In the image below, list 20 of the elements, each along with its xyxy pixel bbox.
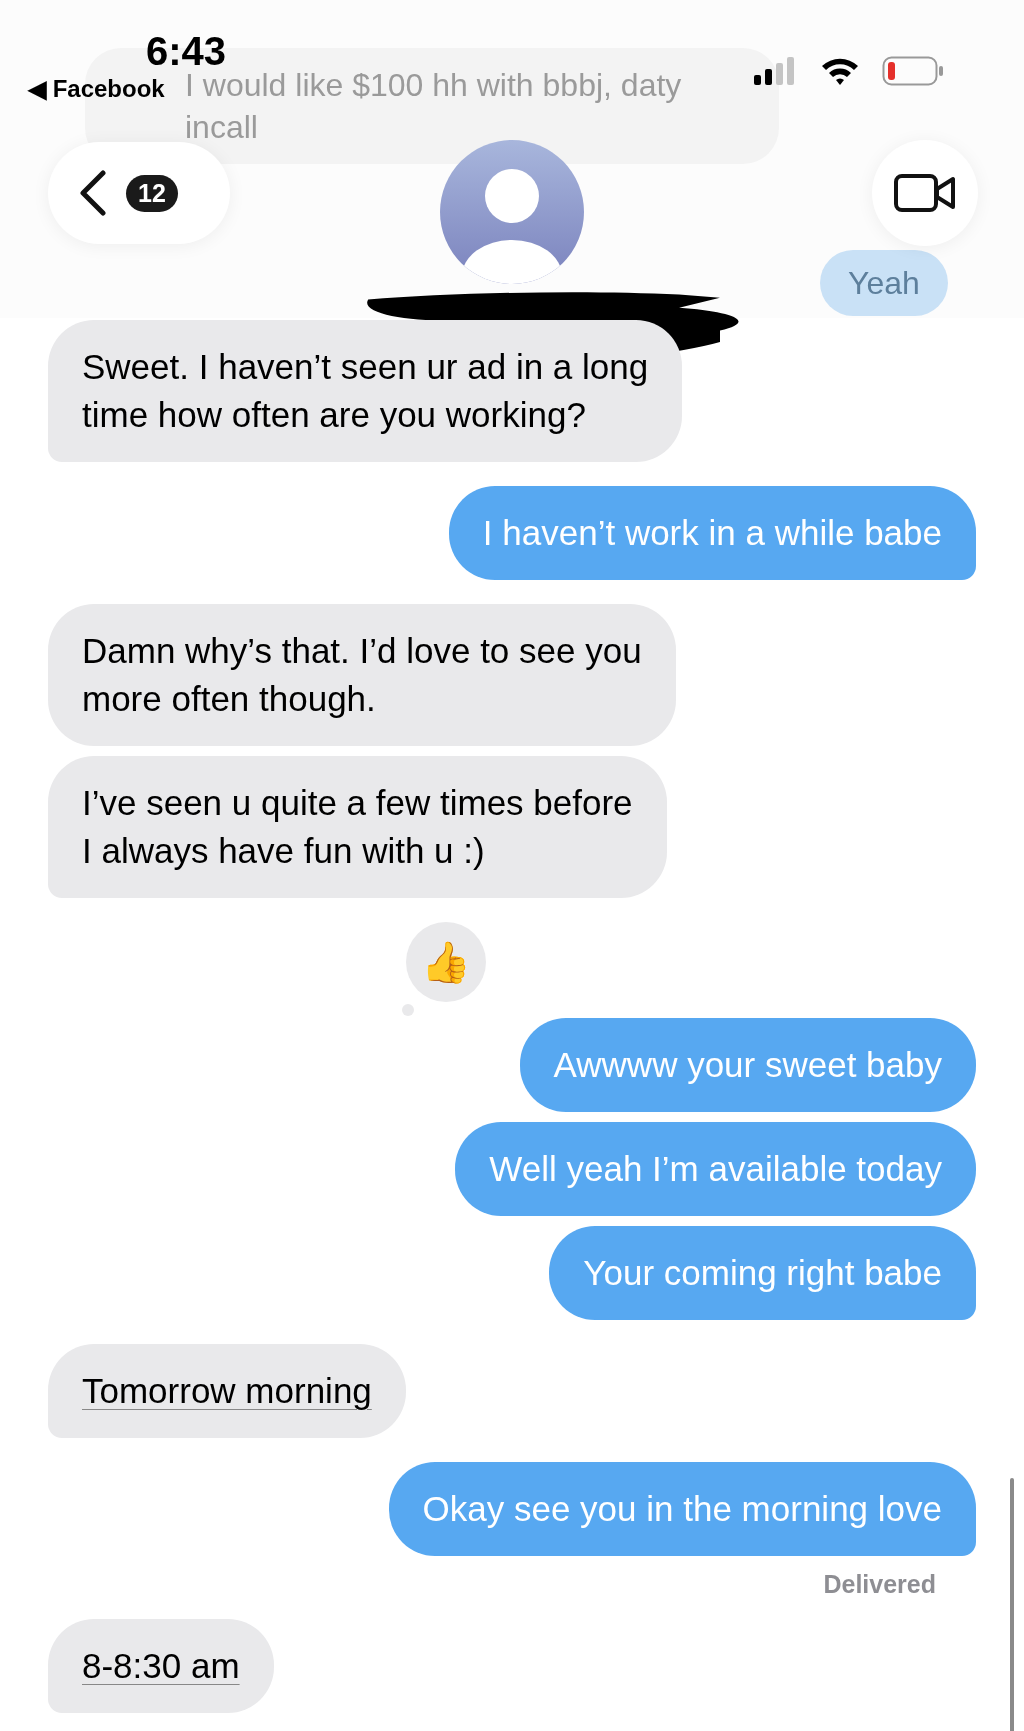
message-bubble: Okay see you in the morning love [388, 1462, 976, 1556]
message-bubble: 8-8:30 am [48, 1619, 274, 1713]
message-bubble: Awwww your sweet baby [519, 1018, 976, 1112]
message-bubble: I’ve seen u quite a few times before I always have fun with u :) [48, 756, 667, 898]
delivery-status: Delivered [823, 1570, 936, 1599]
message-bubble: Your coming right babe [549, 1226, 976, 1320]
message-bubble: I haven’t work in a while babe [448, 486, 976, 580]
status-time: 6:43 [146, 28, 227, 73]
unread-count-badge: 12 [126, 174, 178, 212]
message-bubble: Yeah [820, 250, 948, 316]
message-bubble: Well yeah I’m available today [455, 1122, 976, 1216]
battery-icon [882, 56, 944, 86]
back-button[interactable]: 12 [48, 142, 230, 244]
wifi-icon [820, 56, 860, 86]
message-bubble: Damn why’s that. I’d love to see you more often though. [48, 604, 676, 746]
back-to-app-link[interactable]: ◀ Facebook [28, 74, 165, 104]
message-bubble: Sweet. I haven’t seen ur ad in a long time how often are you working? [48, 320, 683, 462]
message-bubble: Tomorrow morning [48, 1344, 406, 1438]
video-camera-icon [893, 173, 957, 213]
chevron-left-icon [78, 170, 108, 216]
